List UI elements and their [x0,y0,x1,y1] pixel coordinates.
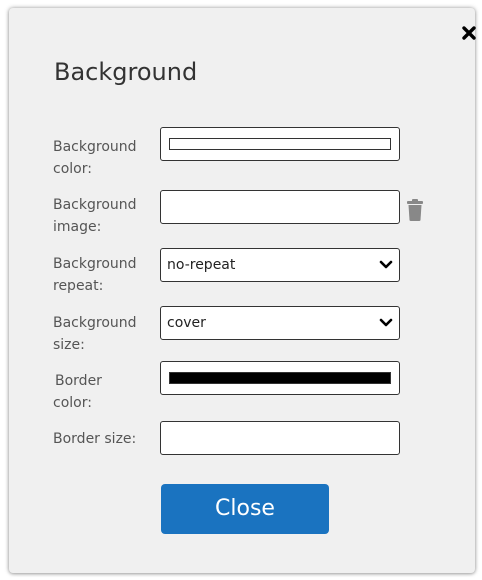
background-size-label-line2: size: [53,337,85,353]
background-size-value: cover [167,315,206,331]
border-color-picker[interactable] [160,361,400,395]
close-x-icon[interactable] [458,22,480,44]
background-color-picker[interactable] [160,127,400,161]
background-repeat-label: Background repeat: [53,253,157,297]
chevron-down-icon [379,318,393,327]
trash-icon[interactable] [405,198,425,222]
background-repeat-select[interactable]: no-repeat [160,248,400,282]
border-color-label: Border color: [53,370,157,414]
border-color-label-line1: Border [55,373,102,389]
background-color-label-line1: Background [53,139,137,155]
border-size-label: Border size: [53,431,137,447]
dialog-title: Background [54,58,198,86]
background-image-label-line2: image: [53,219,102,235]
background-color-label-line2: color: [53,161,92,177]
chevron-down-icon [379,260,393,269]
border-size-input[interactable] [160,421,400,455]
background-color-swatch [169,138,391,150]
background-repeat-value: no-repeat [167,257,236,273]
background-repeat-label-line2: repeat: [53,278,104,294]
background-image-input[interactable] [160,190,400,224]
background-image-label-line1: Background [53,197,137,213]
background-size-select[interactable]: cover [160,306,400,340]
background-repeat-label-line1: Background [53,256,137,272]
border-color-label-line2: color: [53,395,92,411]
background-size-label: Background size: [53,312,157,356]
border-color-swatch [169,372,391,384]
background-image-label: Background image: [53,194,157,238]
close-button[interactable]: Close [161,484,329,534]
background-color-label: Background color: [53,136,157,180]
background-size-label-line1: Background [53,315,137,331]
